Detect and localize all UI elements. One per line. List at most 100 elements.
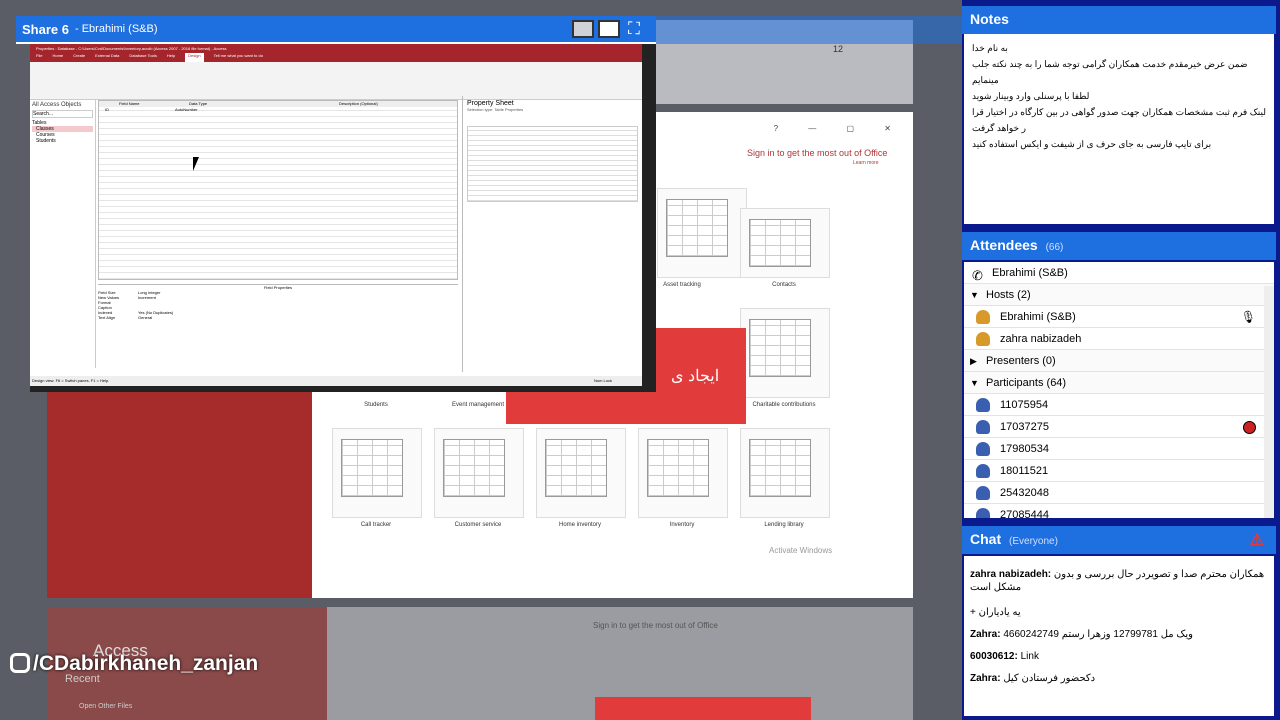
notes-line: به نام خدا [972, 43, 1008, 53]
chat-title: Chat [970, 531, 1002, 547]
chat-text: Link [1020, 651, 1039, 662]
tab-create[interactable]: Create [73, 53, 85, 62]
attendee-row[interactable]: zahra nabizadeh [964, 328, 1274, 350]
fit-screen-icon[interactable] [598, 20, 620, 38]
warning-icon[interactable]: ⚠ [1250, 530, 1264, 550]
property-sheet-grid[interactable] [467, 126, 638, 202]
attendee-name: 27085444 [1000, 509, 1049, 518]
chat-text: 4660242749 ویک مل 12799781 وزهرا رستم [1003, 629, 1193, 640]
notes-line: ضمن عرض خیرمقدم خدمت همکاران گرامی توجه … [972, 59, 1248, 85]
window-controls[interactable]: ? — ▢ ✕ [774, 124, 905, 133]
notes-title: Notes [970, 11, 1009, 27]
chat-text: + یه یادیاران [970, 607, 1021, 618]
collapse-triangle-icon: ▶ [970, 356, 977, 366]
chat-sender: Zahra: [970, 629, 1001, 640]
shared-screen: 12 ? — ▢ ✕ Sign in to get the most out o… [0, 0, 962, 720]
group-hosts[interactable]: ▼ Hosts (2) [964, 284, 1274, 306]
tab-home[interactable]: Home [52, 53, 63, 62]
template-lending-library[interactable] [740, 428, 830, 518]
chat-message: + یه یادیاران [970, 602, 1268, 624]
template-contacts[interactable] [740, 208, 830, 278]
access-status-bar: Design view. F6 = Switch panes. F1 = Hel… [30, 376, 642, 386]
share-presenter: - Ebrahimi (S&B) [75, 23, 158, 35]
group-label: Hosts (2) [986, 289, 1031, 301]
template-label: Call tracker [360, 522, 392, 528]
learn-more-link[interactable]: Learn more [853, 160, 879, 166]
signin-text[interactable]: Sign in to get the most out of Office [747, 148, 887, 158]
template-home-inventory[interactable] [536, 428, 626, 518]
person-icon [976, 464, 990, 478]
channel-watermark: /CDabirkhaneh_zanjan [10, 652, 258, 676]
template-label: Students [364, 402, 388, 408]
attendees-count: (66) [1045, 242, 1064, 253]
chat-message: zahra nabizadeh: همکاران محترم صدا و تصو… [970, 568, 1268, 594]
attendees-scrollbar[interactable] [1264, 286, 1274, 518]
attendee-self[interactable]: ✆ Ebrahimi (S&B) [964, 262, 1274, 284]
navigation-pane: All Access Objects Search... Tables Clas… [30, 100, 96, 368]
chat-messages: zahra nabizadeh: همکاران محترم صدا و تصو… [964, 556, 1274, 716]
host-avatar-icon [976, 332, 990, 346]
lower-signin-text: Sign in to get the most out of Office [593, 621, 718, 630]
access-title-bar: Properties : Database - C:\Users\Cvd\Doc… [30, 44, 642, 53]
notes-line: برای تایپ فارسی به جای حرف ی از شیفت و ا… [972, 139, 1212, 149]
chat-sender: Zahra: [970, 673, 1001, 684]
nav-search[interactable]: Search... [32, 110, 93, 118]
share-bar-extension [656, 16, 962, 44]
cell-field-name[interactable]: ID [99, 107, 169, 113]
tab-file[interactable]: File [36, 53, 42, 62]
remove-icon[interactable] [1243, 421, 1256, 434]
notes-line: لطفا با پرسنلی وارد وبینار شوید [972, 91, 1090, 101]
monitor-icon[interactable] [572, 20, 594, 38]
tab-design[interactable]: Design [185, 53, 204, 62]
fullscreen-icon[interactable]: ⛶ [628, 19, 640, 39]
watermark-text: /CDabirkhaneh_zanjan [33, 652, 259, 675]
share-title: Share 6 [22, 22, 69, 37]
attendee-row[interactable]: 18011521 [964, 460, 1274, 482]
attendee-row[interactable]: 25432048 [964, 482, 1274, 504]
cell-data-type[interactable]: AutoNumber [169, 107, 279, 113]
template-asset-tracking[interactable] [657, 188, 747, 278]
attendee-row[interactable]: 17037275 [964, 416, 1274, 438]
chat-header: Chat (Everyone) ⚠ [962, 526, 1276, 554]
access-ribbon-tabs: File Home Create External Data Database … [30, 53, 642, 62]
table-design-grid[interactable]: Field Name Data Type Description (Option… [98, 100, 458, 280]
notes-body[interactable]: به نام خدا ضمن عرض خیرمقدم خدمت همکاران … [964, 34, 1274, 224]
group-participants[interactable]: ▼ Participants (64) [964, 372, 1274, 394]
template-customer-service[interactable] [434, 428, 524, 518]
notes-line: لینک فرم ثبت مشخصات همکاران جهت صدور گوا… [972, 107, 1266, 117]
attendee-row[interactable]: 27085444 [964, 504, 1274, 518]
chat-scope[interactable]: (Everyone) [1009, 536, 1058, 547]
tab-external-data[interactable]: External Data [95, 53, 119, 62]
group-presenters[interactable]: ▶ Presenters (0) [964, 350, 1274, 372]
chat-sender: 60030612: [970, 651, 1018, 662]
nav-item-students[interactable]: Students [32, 138, 93, 144]
template-call-tracker[interactable] [332, 428, 422, 518]
tab-help[interactable]: Help [167, 53, 175, 62]
microphone-icon[interactable]: 🎙 [1241, 306, 1256, 328]
attendee-row[interactable]: Ebrahimi (S&B) 🎙 [964, 306, 1274, 328]
tab-database-tools[interactable]: Database Tools [129, 53, 157, 62]
template-label: Customer service [454, 522, 502, 528]
property-sheet-subtitle: Selection type: Table Properties [467, 107, 524, 112]
mouse-cursor-icon [193, 157, 205, 171]
field-properties-list: Field Size Long Integer New Values Increme… [98, 290, 368, 320]
status-right: Num Lock [593, 378, 612, 383]
prop-key: Text Align [98, 315, 116, 320]
attendee-name: 18011521 [1000, 465, 1049, 477]
person-icon [976, 486, 990, 500]
attendee-name: 17037275 [1000, 421, 1049, 433]
attendees-header: Attendees (66) [962, 232, 1276, 260]
template-inventory[interactable] [638, 428, 728, 518]
attendee-row[interactable]: 11075954 [964, 394, 1274, 416]
attendee-row[interactable]: 17980534 [964, 438, 1274, 460]
template-charitable-contributions[interactable] [740, 308, 830, 398]
attendee-name: Ebrahimi (S&B) [1000, 311, 1076, 323]
tell-me-search[interactable]: Tell me what you want to do [214, 53, 263, 62]
prop-row[interactable]: Text Align General [98, 315, 368, 320]
attendee-name: 25432048 [1000, 487, 1049, 499]
table-row[interactable]: ID AutoNumber [99, 107, 457, 113]
nav-title[interactable]: All Access Objects [32, 102, 93, 108]
lower-open-files[interactable]: Open Other Files [79, 703, 132, 710]
page-number: 12 [833, 44, 844, 54]
attendee-name: 17980534 [1000, 443, 1049, 455]
